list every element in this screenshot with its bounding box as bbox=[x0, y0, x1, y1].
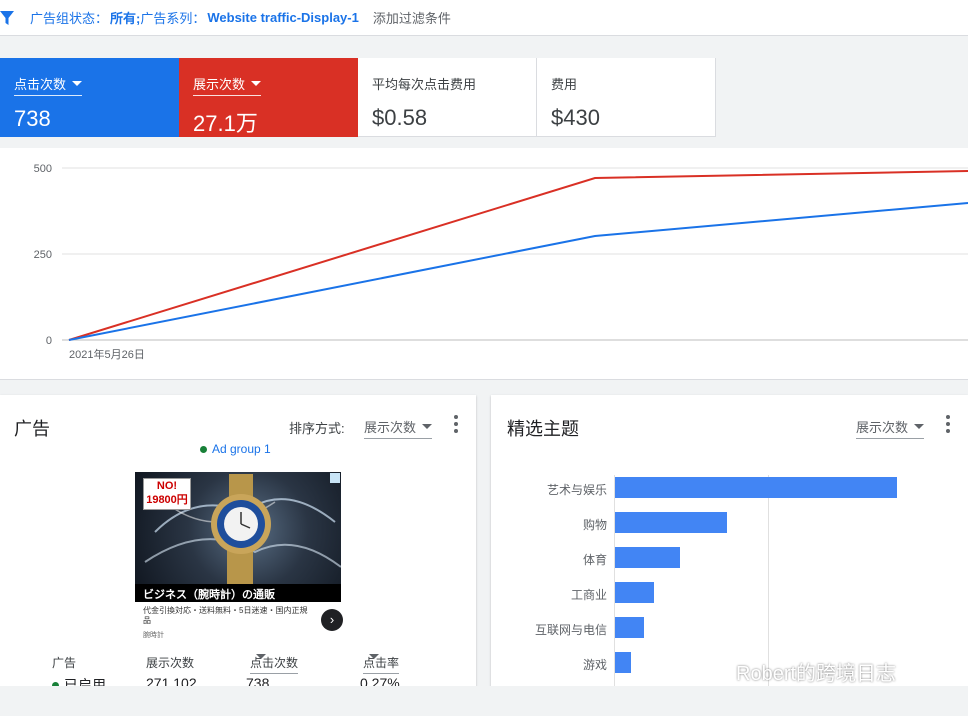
filter-icon[interactable] bbox=[0, 10, 16, 26]
metric-value-cost: $430 bbox=[551, 105, 600, 130]
metric-card-avg-cpc[interactable]: 平均每次点击费用 $0.58 bbox=[358, 58, 537, 137]
topics-panel-title: 精选主题 bbox=[507, 419, 579, 439]
ads-panel-title: 广告 bbox=[14, 419, 50, 439]
ad-preview[interactable]: NO! 19800円 ビジネス（腕時計）の通販 代金引換対応・送料無料・5日迷速… bbox=[135, 472, 343, 642]
x-axis-date-label: 2021年5月26日 bbox=[69, 347, 145, 361]
ad-group-link[interactable]: Ad group 1 bbox=[200, 442, 271, 456]
metric-value-impressions: 27.1万 bbox=[193, 111, 258, 136]
dropdown-arrow-icon bbox=[422, 424, 433, 429]
clicks-line bbox=[68, 202, 968, 341]
y-tick-500: 500 bbox=[34, 163, 52, 175]
dropdown-arrow-icon bbox=[914, 424, 925, 429]
col-impressions: 展示次数 bbox=[146, 656, 195, 670]
ads-more-menu-icon[interactable] bbox=[454, 415, 458, 433]
bar-label: 互联网与电信 bbox=[534, 623, 607, 637]
col-clicks[interactable]: 点击次数 bbox=[250, 654, 299, 674]
metric-label-clicks[interactable]: 点击次数 bbox=[14, 74, 83, 96]
metric-card-clicks[interactable]: 点击次数 738 bbox=[0, 58, 179, 137]
ads-sort-label: 排序方式: bbox=[289, 421, 345, 436]
bar-label: 艺术与娱乐 bbox=[546, 483, 607, 497]
ad-headline: ビジネス（腕時計）の通販 bbox=[135, 584, 341, 602]
metric-value-avg-cpc: $0.58 bbox=[372, 105, 428, 130]
topic-bar[interactable] bbox=[615, 617, 644, 638]
ad-brand: 腕時計 bbox=[143, 632, 164, 639]
bar-label: 游戏 bbox=[582, 658, 607, 672]
metric-label-impressions[interactable]: 展示次数 bbox=[193, 74, 262, 96]
dropdown-arrow-icon bbox=[256, 654, 266, 659]
ads-panel: 广告 排序方式: 展示次数 Ad group 1 NO! 19800円 ビジネス… bbox=[0, 395, 476, 690]
topic-bar[interactable] bbox=[615, 582, 654, 603]
col-ctr[interactable]: 点击率 bbox=[363, 654, 400, 674]
ad-description: 代金引換対応・送料無料・5日迷速・国内正規品 bbox=[143, 606, 308, 625]
metric-card-cost[interactable]: 费用 $430 bbox=[537, 58, 716, 137]
topic-bar[interactable] bbox=[615, 547, 680, 568]
add-filter-button[interactable]: 添加过滤条件 bbox=[373, 8, 451, 27]
y-tick-250: 250 bbox=[34, 249, 52, 261]
dropdown-arrow-icon bbox=[251, 81, 262, 86]
watermark: Robert的跨境日志 bbox=[690, 657, 896, 686]
filter-campaign-value[interactable]: Website traffic-Display-1 bbox=[207, 10, 358, 25]
bar-label: 工商业 bbox=[570, 588, 607, 602]
topic-bar[interactable] bbox=[615, 477, 897, 498]
chevron-right-icon[interactable]: › bbox=[321, 609, 343, 631]
wechat-icon bbox=[691, 658, 729, 684]
filter-bar: 广告组状态： 所有; 广告系列： Website traffic-Display… bbox=[0, 0, 968, 36]
watch-ad-image: NO! 19800円 bbox=[135, 472, 341, 600]
bar-label: 购物 bbox=[582, 518, 607, 532]
topics-panel: 精选主题 展示次数 艺术与娱乐 购物 体育 工商业 互联网与电信 游戏 bbox=[491, 395, 968, 690]
ad-price-tag: NO! 19800円 bbox=[143, 478, 191, 510]
filter-status-key[interactable]: 广告组状态： bbox=[30, 8, 108, 27]
bar-label: 体育 bbox=[582, 553, 607, 567]
col-ad: 广告 bbox=[52, 656, 77, 670]
filter-campaign-key[interactable]: 广告系列： bbox=[140, 8, 205, 27]
metric-label-avg-cpc: 平均每次点击费用 bbox=[372, 77, 477, 92]
topics-sort-dropdown[interactable]: 展示次数 bbox=[856, 417, 925, 439]
metric-card-impressions[interactable]: 展示次数 27.1万 bbox=[179, 58, 358, 137]
metric-label-cost: 费用 bbox=[551, 77, 578, 92]
y-tick-0: 0 bbox=[46, 335, 52, 347]
metric-value-clicks: 738 bbox=[14, 106, 51, 131]
topic-bar[interactable] bbox=[615, 512, 727, 533]
dropdown-arrow-icon bbox=[72, 81, 83, 86]
performance-chart: 500 250 0 2021年5月26日 bbox=[0, 148, 968, 380]
topic-bar[interactable] bbox=[615, 652, 631, 673]
filter-status-value[interactable]: 所有; bbox=[110, 8, 140, 27]
ads-table-header: 广告 展示次数 点击次数 点击率 bbox=[0, 654, 476, 674]
page-bottom-strip bbox=[0, 686, 968, 716]
metric-cards: 点击次数 738 展示次数 27.1万 平均每次点击费用 $0.58 费用 $4… bbox=[0, 58, 716, 137]
topics-more-menu-icon[interactable] bbox=[946, 415, 950, 433]
chart-svg: 500 250 0 2021年5月26日 bbox=[34, 163, 968, 361]
adchoices-icon[interactable] bbox=[330, 473, 340, 483]
ads-sort-dropdown[interactable]: 展示次数 bbox=[364, 417, 433, 439]
impressions-line bbox=[68, 170, 968, 341]
enabled-status-dot bbox=[200, 445, 207, 453]
dropdown-arrow-icon bbox=[369, 654, 379, 659]
